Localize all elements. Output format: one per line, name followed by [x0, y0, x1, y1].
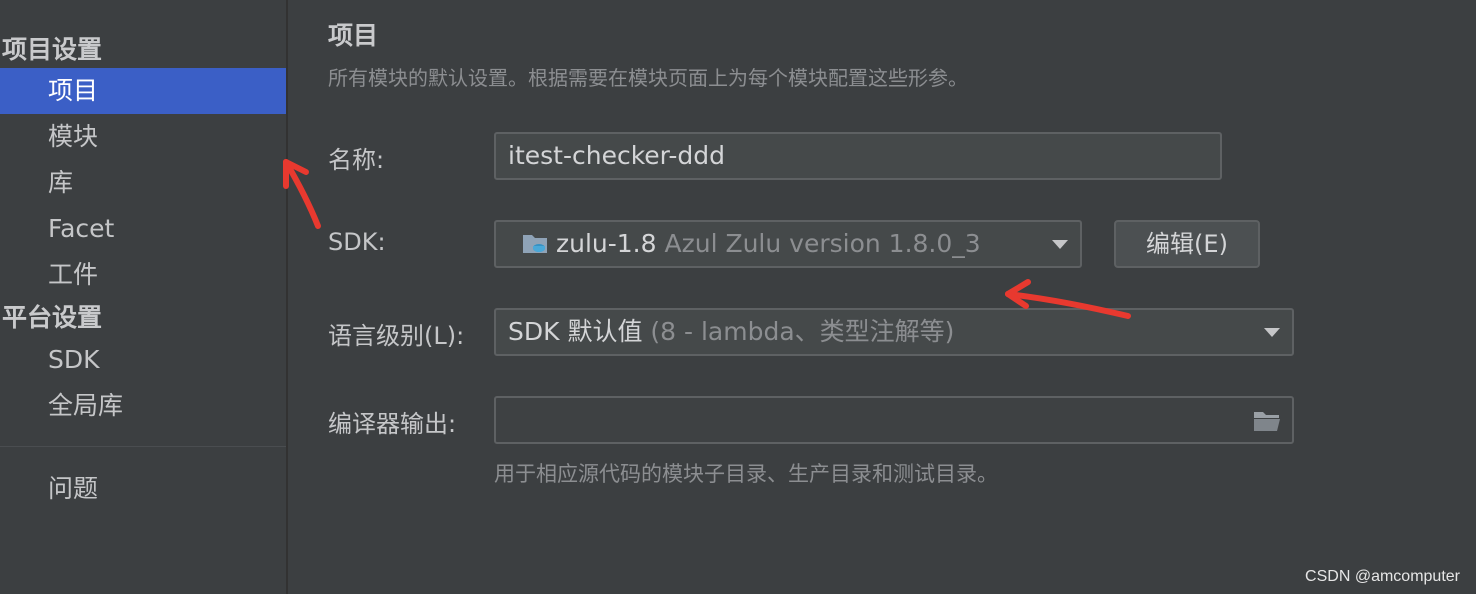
chevron-down-icon — [1264, 328, 1280, 337]
browse-folder-icon[interactable] — [1252, 408, 1282, 434]
sidebar-item-modules[interactable]: 模块 — [0, 114, 286, 160]
page-description: 所有模块的默认设置。根据需要在模块页面上为每个模块配置这些形参。 — [328, 66, 968, 90]
project-settings-panel: 项目 所有模块的默认设置。根据需要在模块页面上为每个模块配置这些形参。 名称: … — [288, 0, 1476, 594]
sdk-detail: Azul Zulu version 1.8.0_3 — [656, 229, 981, 258]
page-title: 项目 — [328, 21, 379, 50]
platform-settings-heading: 平台设置 — [2, 303, 103, 332]
chevron-down-icon — [1052, 240, 1068, 249]
sidebar-item-global-libraries[interactable]: 全局库 — [0, 383, 286, 429]
sdk-name: zulu-1.8 — [556, 229, 657, 258]
compiler-output-hint: 用于相应源代码的模块子目录、生产目录和测试目录。 — [494, 462, 998, 486]
sidebar-divider — [0, 446, 286, 447]
sidebar-item-artifacts[interactable]: 工件 — [0, 252, 286, 298]
language-level-value: SDK 默认值 — [508, 317, 643, 346]
sdk-label: SDK: — [328, 228, 386, 256]
sdk-folder-icon — [523, 235, 547, 253]
sidebar-item-libraries[interactable]: 库 — [0, 160, 286, 206]
language-level-label: 语言级别(L): — [328, 322, 465, 350]
project-settings-heading: 项目设置 — [2, 35, 103, 64]
sidebar-item-sdks[interactable]: SDK — [0, 337, 286, 383]
sdk-dropdown-value: zulu-1.8 Azul Zulu version 1.8.0_3 — [522, 222, 1030, 266]
sidebar: 项目设置 项目 模块 库 Facet 工件 平台设置 SDK 全局库 问题 — [0, 0, 288, 594]
language-level-dropdown[interactable]: SDK 默认值 (8 - lambda、类型注解等) — [494, 308, 1294, 356]
sidebar-item-problems[interactable]: 问题 — [0, 466, 286, 512]
compiler-output-label: 编译器输出: — [328, 410, 457, 438]
compiler-output-field[interactable] — [494, 396, 1294, 444]
project-name-field[interactable]: itest-checker-ddd — [494, 132, 1222, 180]
edit-sdk-button[interactable]: 编辑(E) — [1114, 220, 1260, 268]
sdk-dropdown[interactable]: zulu-1.8 Azul Zulu version 1.8.0_3 — [494, 220, 1082, 268]
name-label: 名称: — [328, 146, 385, 174]
language-level-detail: (8 - lambda、类型注解等) — [642, 317, 955, 346]
watermark: CSDN @amcomputer — [1305, 568, 1460, 585]
sidebar-item-facets[interactable]: Facet — [0, 206, 286, 252]
sidebar-item-project[interactable]: 项目 — [0, 68, 286, 114]
